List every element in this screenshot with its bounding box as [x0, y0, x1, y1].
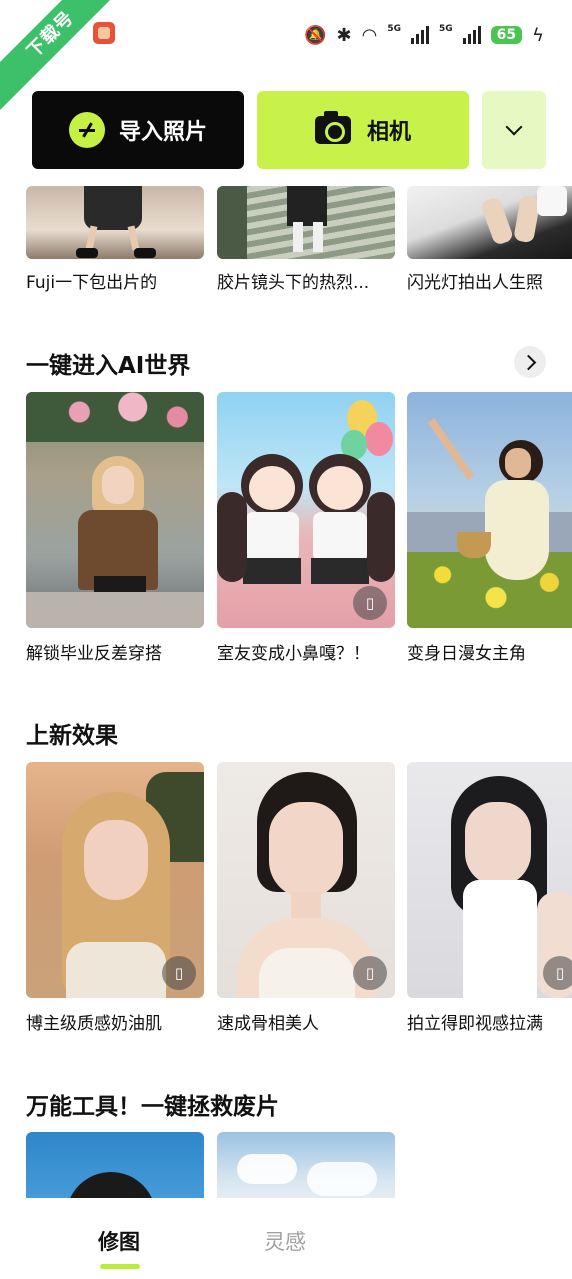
signal-icon-2 [462, 26, 481, 44]
card-image [407, 186, 572, 259]
card-caption: 博主级质感奶油肌 [26, 1014, 162, 1034]
section-title-new-effects: 上新效果 [26, 723, 118, 749]
camera-icon [314, 111, 351, 144]
battery-indicator: 65 [490, 26, 523, 44]
video-badge-icon: ▯ [543, 956, 572, 990]
import-photo-button[interactable]: 导入照片 [32, 91, 244, 169]
camera-button[interactable]: 相机 [257, 91, 469, 169]
action-bar: 导入照片 相机 [32, 91, 546, 169]
card-image: ▯ [26, 762, 204, 998]
section-title-ai-world: 一键进入AI世界 [26, 353, 191, 379]
card-image [26, 186, 204, 259]
bottom-nav: 修图 灵感 [0, 1198, 572, 1279]
card-image: ▯ [217, 762, 395, 998]
card-caption: Fuji一下包出片的 [26, 273, 158, 293]
card-image [217, 186, 395, 259]
card-image [26, 392, 204, 628]
status-bar: 下载号 🔕 ✱ ◠ 5G 5G 65 ϟ [0, 0, 572, 115]
card-caption: 室友变成小鼻嘎？！ [217, 644, 370, 664]
video-badge-icon: ▯ [162, 956, 196, 990]
wifi-icon: ◠ [361, 24, 378, 46]
card-caption: 解锁毕业反差穿搭 [26, 644, 162, 664]
import-icon [68, 112, 105, 148]
card-caption: 拍立得即视感拉满 [407, 1014, 543, 1034]
signal-icon [410, 26, 429, 44]
tab-edit[interactable]: 修图 [98, 1226, 140, 1256]
bluetooth-icon: ✱ [336, 24, 352, 46]
card-caption: 闪光灯拍出人生照 [407, 273, 543, 293]
card-image: ▯ [217, 392, 395, 628]
app-notification-icon [93, 22, 115, 44]
tab-inspiration[interactable]: 灵感 [264, 1226, 306, 1256]
network-type-2: 5G [438, 24, 453, 34]
video-badge-icon: ▯ [353, 586, 387, 620]
active-tab-indicator [100, 1264, 140, 1269]
card-image: ▯ [407, 762, 572, 998]
card-caption: 变身日漫女主角 [407, 644, 526, 664]
status-icons: 🔕 ✱ ◠ 5G 5G 65 ϟ [304, 22, 544, 48]
section-more-button[interactable] [514, 346, 546, 378]
camera-label: 相机 [366, 120, 411, 145]
import-label: 导入照片 [118, 120, 207, 145]
mute-icon: 🔕 [304, 24, 327, 46]
more-options-button[interactable] [482, 91, 546, 169]
chevron-down-icon [505, 118, 523, 136]
charging-icon: ϟ [532, 24, 544, 46]
network-type-1: 5G [387, 24, 401, 34]
card-caption: 速成骨相美人 [217, 1014, 319, 1034]
card-image [407, 392, 572, 628]
video-badge-icon: ▯ [353, 956, 387, 990]
section-title-tools: 万能工具！一键拯救废片 [26, 1094, 279, 1120]
card-caption: 胶片镜头下的热烈... [217, 273, 370, 293]
